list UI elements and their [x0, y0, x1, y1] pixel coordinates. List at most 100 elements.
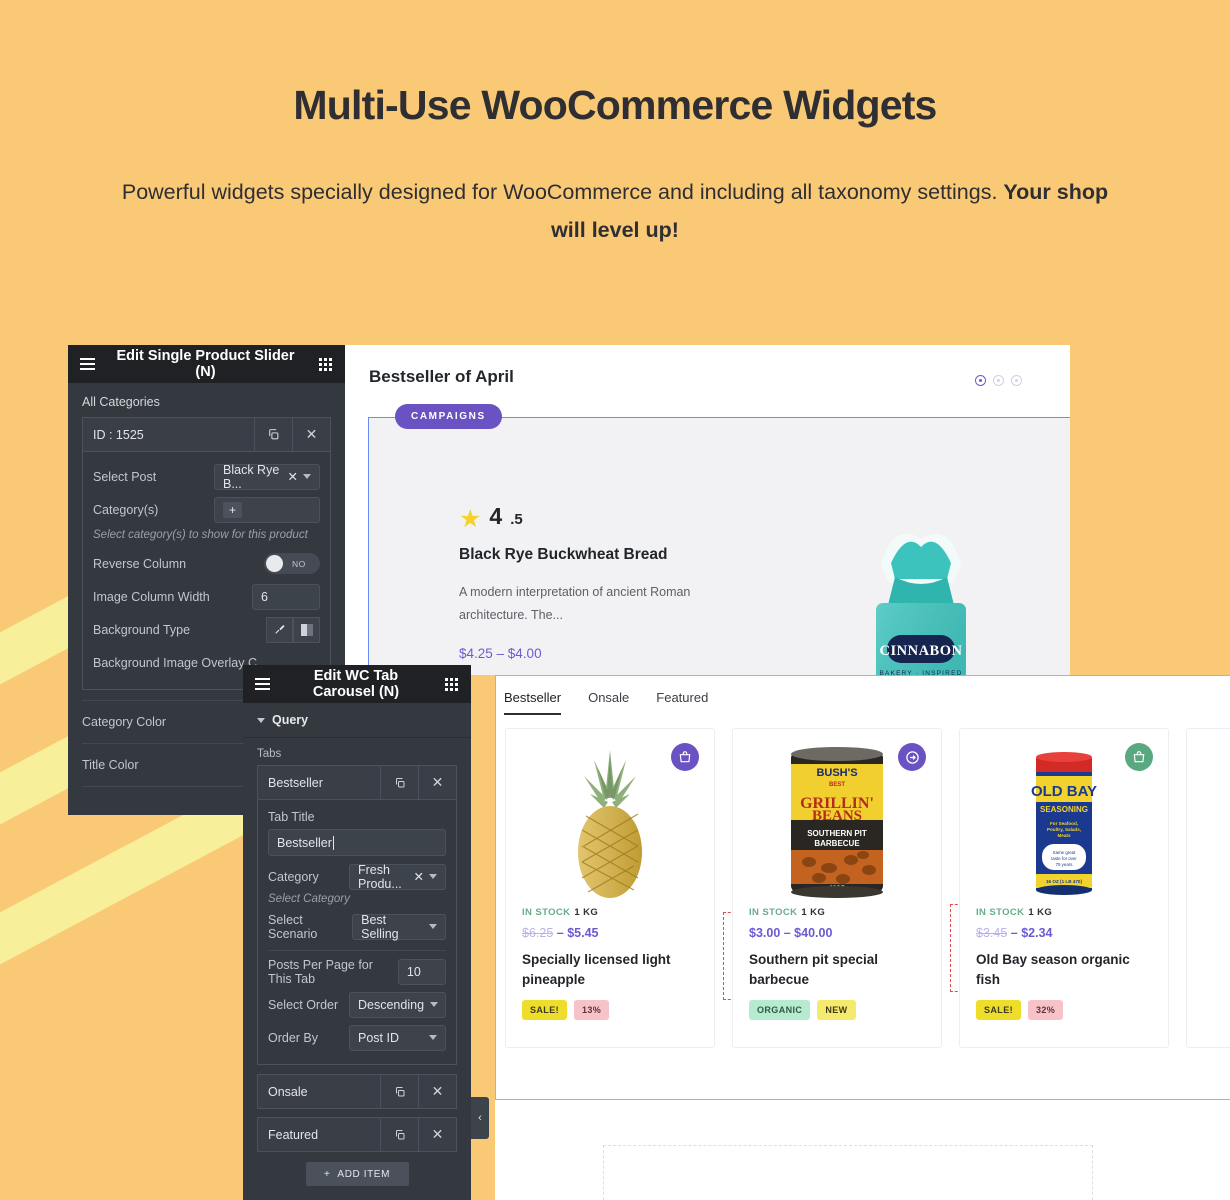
posts-per-page-input[interactable]: 10	[397, 958, 446, 985]
panel-collapse-handle[interactable]: ‹	[471, 1097, 489, 1139]
image-column-width-value: 6	[261, 589, 268, 604]
remove-token-icon[interactable]: ✕	[288, 469, 298, 484]
close-icon[interactable]: ✕	[418, 1075, 456, 1108]
hamburger-icon[interactable]	[68, 345, 106, 383]
background-type-buttons[interactable]	[266, 616, 320, 643]
field-categories: Category(s) +	[93, 493, 320, 526]
order-by-dropdown[interactable]: Post ID	[349, 1024, 446, 1051]
product-card-wrapper	[1186, 728, 1230, 1048]
svg-text:BARBECUE: BARBECUE	[814, 839, 860, 848]
category-color-label: Category Color	[82, 715, 167, 729]
single-product-slider-preview: Bestseller of April CAMPAIGNS ★ 4 .5 Bla…	[340, 345, 1070, 675]
product-card-wrapper: BUSH'S BEST GRILLIN' BEANS SOUTHERN PIT …	[732, 728, 972, 1048]
tag-organic: ORGANIC	[749, 1000, 811, 1021]
rating-value: 4	[489, 503, 503, 529]
close-icon[interactable]: ✕	[418, 1118, 456, 1151]
category-select[interactable]: Fresh Produ... ✕	[349, 862, 446, 891]
gradient-icon[interactable]	[293, 616, 320, 643]
chevron-down-icon[interactable]	[430, 1002, 439, 1007]
field-label: Background Type	[93, 622, 191, 637]
categories-input[interactable]: +	[214, 496, 320, 523]
page-title: Multi-Use WooCommerce Widgets	[293, 82, 937, 128]
scenario-select[interactable]: Best Selling	[352, 913, 446, 941]
product-card-list: IN STOCK 1 KG $6.25 – $5.45 Specially lic…	[496, 715, 1230, 1048]
slider-pagination-dots[interactable]	[975, 375, 1022, 386]
grid-icon[interactable]	[305, 357, 345, 371]
price-row: $3.00 – $40.00	[749, 926, 925, 940]
tab-item-header-featured[interactable]: Featured ✕	[257, 1117, 457, 1152]
category-hint: Select Category	[268, 893, 350, 905]
stock-status: IN STOCK 1 KG	[522, 907, 698, 918]
wc-tab-carousel-preview: Bestseller Onsale Featured IN STOCK 1 KG…	[495, 675, 1230, 1100]
product-title[interactable]: Specially licensed light pineapple	[522, 950, 698, 989]
product-card[interactable]: BUSH'S BEST GRILLIN' BEANS SOUTHERN PIT …	[732, 728, 942, 1048]
field-label: Posts Per Page for This Tab	[268, 957, 373, 986]
panel-titlebar: Edit WC Tab Carousel (N)	[243, 665, 471, 703]
hamburger-icon[interactable]	[243, 665, 281, 703]
stock-status: IN STOCK 1 KG	[976, 907, 1152, 918]
chevron-down-icon[interactable]	[429, 874, 437, 879]
bread-product-image: CINNABON BAKERY · INSPIRED Cinnamon Brea…	[876, 533, 966, 675]
duplicate-icon[interactable]	[254, 418, 292, 451]
chevron-down-icon[interactable]	[303, 474, 311, 479]
product-title[interactable]: Southern pit special barbecue	[749, 950, 925, 989]
product-card[interactable]: IN STOCK 1 KG $6.25 – $5.45 Specially lic…	[505, 728, 715, 1048]
field-category: Category Fresh Produ... ✕	[268, 860, 446, 893]
tab-item-header-bestseller[interactable]: Bestseller ✕	[257, 765, 457, 800]
carousel-tabs[interactable]: Bestseller Onsale Featured	[496, 676, 1230, 715]
carousel-tab-featured[interactable]: Featured	[656, 690, 708, 715]
product-title[interactable]: Old Bay season organic fish	[976, 950, 1152, 989]
tabs-label: Tabs	[257, 748, 282, 760]
duplicate-icon[interactable]	[380, 1118, 418, 1151]
slider-dot-1[interactable]	[975, 375, 986, 386]
close-icon[interactable]: ✕	[418, 766, 456, 799]
repeater-item-header[interactable]: ID : 1525 ✕	[82, 417, 331, 452]
close-icon[interactable]: ✕	[292, 418, 330, 451]
tag-sale: SALE!	[522, 1000, 567, 1021]
svg-text:Same great: Same great	[1053, 850, 1076, 855]
star-icon: ★	[459, 505, 482, 533]
arrow-right-icon[interactable]	[898, 743, 926, 771]
select-post-input[interactable]: Black Rye B... ✕	[214, 463, 320, 491]
remove-token-icon[interactable]: ✕	[414, 869, 424, 884]
svg-text:OLD BAY: OLD BAY	[1031, 783, 1097, 800]
field-order-by: Order By Post ID	[268, 1021, 446, 1054]
shopping-bag-icon[interactable]	[1125, 743, 1153, 771]
grid-icon[interactable]	[431, 677, 471, 691]
stock-label: IN STOCK	[522, 907, 571, 918]
shopping-bag-icon[interactable]	[671, 743, 699, 771]
query-section-header[interactable]: Query	[243, 703, 471, 738]
carousel-tab-bestseller[interactable]: Bestseller	[504, 690, 562, 715]
product-card[interactable]: OLD BAY SEASONING For Seafood, Poultry, …	[959, 728, 1169, 1048]
add-item-button[interactable]: + ADD ITEM	[305, 1162, 409, 1186]
card-details: IN STOCK 1 KG $6.25 – $5.45 Specially lic…	[506, 907, 714, 1021]
add-category-button[interactable]: +	[223, 501, 243, 518]
image-column-width-input[interactable]: 6	[252, 583, 320, 610]
tag-percent: 32%	[1028, 1000, 1064, 1021]
chevron-down-icon[interactable]	[429, 1035, 437, 1040]
brush-icon[interactable]	[266, 616, 293, 643]
slider-dot-2[interactable]	[993, 375, 1004, 386]
hero-section: Multi-Use WooCommerce Widgets Powerful w…	[0, 0, 1230, 249]
slider-product-price: $4.25 – $4.00	[459, 646, 542, 661]
card-details: IN STOCK 1 KG $3.00 – $40.00 Southern pit…	[733, 907, 941, 1021]
duplicate-icon[interactable]	[380, 766, 418, 799]
chevron-down-icon[interactable]	[257, 717, 265, 723]
chevron-down-icon[interactable]	[429, 924, 437, 929]
campaigns-badge: CAMPAIGNS	[395, 404, 502, 429]
price-separator: –	[556, 926, 568, 940]
select-order-dropdown[interactable]: Descending	[349, 991, 446, 1018]
tag-percent: 13%	[574, 1000, 610, 1021]
product-card[interactable]	[1186, 728, 1230, 1048]
category-value: Fresh Produ...	[358, 862, 402, 891]
tab-title-input[interactable]: Bestseller	[268, 829, 446, 856]
field-background-type: Background Type	[93, 613, 320, 646]
slider-dot-3[interactable]	[1011, 375, 1022, 386]
carousel-tab-onsale[interactable]: Onsale	[588, 690, 629, 715]
svg-text:CINNABON: CINNABON	[880, 643, 963, 659]
plus-icon: +	[323, 1168, 331, 1180]
tab-item-header-onsale[interactable]: Onsale ✕	[257, 1074, 457, 1109]
duplicate-icon[interactable]	[380, 1075, 418, 1108]
reverse-column-toggle[interactable]: NO	[264, 553, 320, 574]
price-row: $6.25 – $5.45	[522, 926, 698, 940]
